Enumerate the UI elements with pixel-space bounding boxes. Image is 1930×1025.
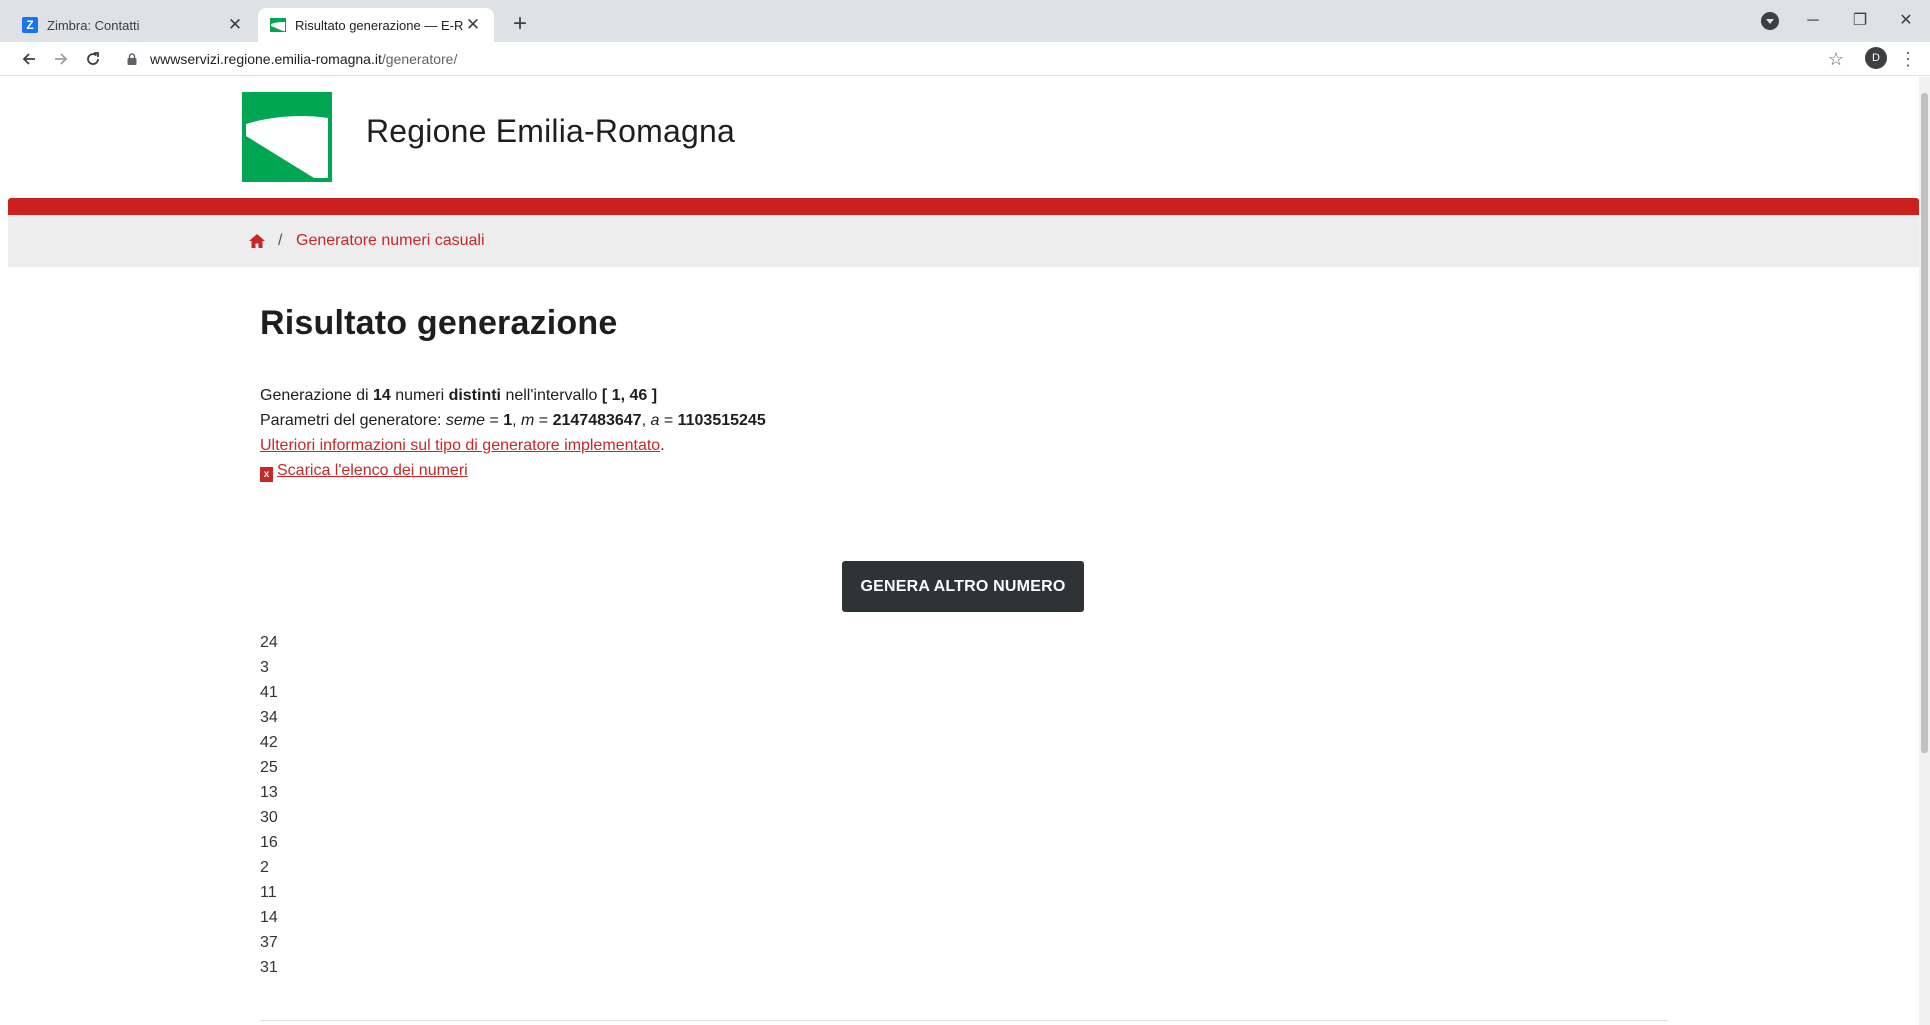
reload-icon[interactable]	[80, 46, 106, 72]
browser-toolbar: wwwservizi.regione.emilia-romagna.it/gen…	[0, 42, 1930, 76]
list-item: 24	[260, 634, 278, 651]
generator-info-link[interactable]: Ulteriori informazioni sul tipo di gener…	[260, 437, 660, 454]
breadcrumb-separator: /	[278, 232, 283, 249]
tab-risultato-generazione[interactable]: Risultato generazione — E-R Il p ✕	[258, 8, 494, 42]
tab-zimbra-contatti[interactable]: Z Zimbra: Contatti ✕	[10, 8, 256, 42]
tab-close-icon[interactable]: ✕	[464, 16, 482, 34]
bookmark-star-icon[interactable]: ☆	[1823, 46, 1849, 72]
list-item: 11	[260, 884, 277, 901]
list-item: 14	[260, 909, 278, 926]
list-item: 37	[260, 934, 278, 951]
interval-value: [ 1, 46 ]	[601, 387, 658, 404]
list-item: 25	[260, 759, 278, 776]
list-item: 2	[260, 859, 269, 876]
site-title[interactable]: Regione Emilia-Romagna	[366, 109, 735, 153]
multiplier-value: 1103515245	[677, 412, 766, 429]
profile-avatar[interactable]: D	[1865, 47, 1887, 69]
header-accent-bar	[8, 198, 1919, 215]
tab-title: Zimbra: Contatti	[47, 17, 140, 33]
distinct-label: distinti	[448, 387, 501, 404]
download-line: x Scarica l'elenco dei numeri	[260, 458, 766, 483]
list-item: 30	[260, 809, 278, 826]
download-numbers-link[interactable]: x Scarica l'elenco dei numeri	[260, 462, 468, 482]
tab-search-icon[interactable]	[1761, 12, 1779, 30]
zimbra-favicon-icon: Z	[22, 17, 38, 33]
regione-favicon-icon	[270, 17, 286, 33]
list-item: 34	[260, 709, 278, 726]
page-content: Regione Emilia-Romagna / Generatore nume…	[8, 77, 1919, 1025]
breadcrumb-link-generatore[interactable]: Generatore numeri casuali	[296, 232, 485, 250]
home-icon[interactable]	[248, 233, 266, 249]
list-item: 31	[260, 959, 278, 976]
tab-close-icon[interactable]: ✕	[226, 16, 244, 34]
url-path: /generatore/	[381, 51, 458, 67]
generate-another-button[interactable]: GENERA ALTRO NUMERO	[842, 561, 1084, 612]
list-item: 16	[260, 834, 278, 851]
list-item: 41	[260, 684, 278, 701]
seed-value: 1	[503, 412, 513, 429]
new-tab-button[interactable]: +	[506, 10, 534, 38]
forward-arrow-icon[interactable]	[48, 46, 74, 72]
scrollbar-thumb[interactable]	[1921, 93, 1928, 753]
url-domain: wwwservizi.regione.emilia-romagna.it	[150, 51, 382, 67]
minimize-icon[interactable]: ─	[1791, 6, 1835, 36]
info-link-line: Ulteriori informazioni sul tipo di gener…	[260, 437, 665, 454]
page-title: Risultato generazione	[260, 304, 618, 342]
restore-icon[interactable]: ❐	[1838, 6, 1882, 36]
back-arrow-icon[interactable]	[16, 46, 42, 72]
page-scrollbar[interactable]	[1919, 77, 1930, 1025]
generated-numbers-list: 24 3 41 34 42 25 13 30 16 2 11 14 37 31	[260, 630, 278, 980]
regione-logo-icon[interactable]	[242, 92, 332, 182]
browser-tab-bar: Z Zimbra: Contatti ✕ Risultato generazio…	[0, 0, 1930, 42]
excel-file-icon: x	[260, 467, 273, 482]
address-bar[interactable]: wwwservizi.regione.emilia-romagna.it/gen…	[150, 50, 457, 68]
count-value: 14	[372, 387, 391, 404]
list-item: 13	[260, 784, 278, 801]
generation-summary-line: Generazione di 14 numeri distinti nell'i…	[260, 387, 658, 404]
divider	[260, 1020, 1668, 1021]
modulus-value: 2147483647	[552, 412, 642, 429]
list-item: 42	[260, 734, 278, 751]
breadcrumb	[8, 215, 1919, 267]
generation-info: Generazione di 14 numeri distinti nell'i…	[260, 383, 766, 483]
lock-icon[interactable]	[127, 53, 137, 65]
list-item: 3	[260, 659, 269, 676]
tab-title: Risultato generazione — E-R Il p	[295, 17, 464, 33]
generator-params-line: Parametri del generatore: seme = 1, m = …	[260, 412, 766, 429]
window-close-icon[interactable]: ✕	[1884, 6, 1928, 36]
browser-menu-icon[interactable]: ⋮	[1898, 46, 1918, 72]
